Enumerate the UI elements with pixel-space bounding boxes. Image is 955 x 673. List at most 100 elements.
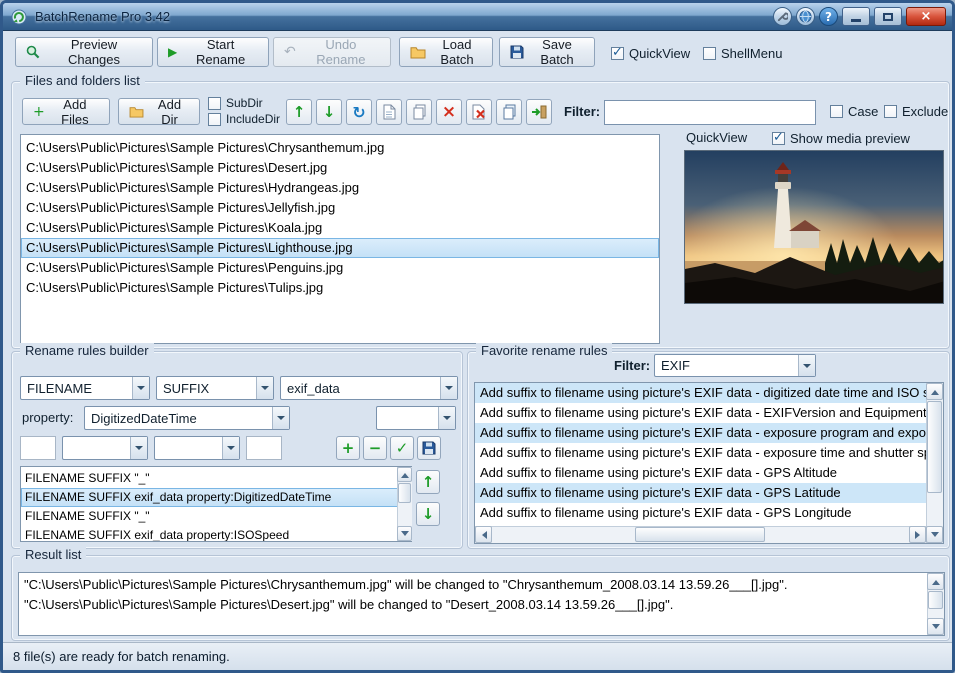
result-line[interactable]: "C:\Users\Public\Pictures\Sample Picture… [19,595,927,615]
favorites-filter-label: Filter: [614,358,650,373]
param-combo-1[interactable] [62,436,148,460]
minus-icon: − [369,439,382,457]
report-button[interactable] [376,99,402,125]
property-combo[interactable]: DigitizedDateTime [84,406,290,430]
show-media-preview-box [772,132,785,145]
scroll-left-button[interactable] [475,526,492,543]
shellmenu-checkbox[interactable]: ShellMenu [703,46,782,61]
add-dir-button[interactable]: Add Dir [118,98,200,125]
rule-list-item[interactable]: FILENAME SUFFIX exif_data property:ISOSp… [21,526,411,542]
scroll-thumb[interactable] [928,591,943,609]
includedir-checkbox[interactable]: IncludeDir [208,112,280,126]
quickview-checkbox-box [611,47,624,60]
maximize-button[interactable] [874,7,902,26]
status-text: 8 file(s) are ready for batch renaming. [13,649,230,664]
result-vscrollbar[interactable] [927,573,944,635]
web-button[interactable] [796,7,815,26]
file-list-item[interactable]: C:\Users\Public\Pictures\Sample Pictures… [21,278,659,298]
undo-rename-button[interactable]: ↶ Undo Rename [273,37,391,67]
scroll-right-button[interactable] [909,526,926,543]
show-media-preview-checkbox[interactable]: Show media preview [772,131,910,146]
remove-all-button[interactable] [466,99,492,125]
copy-paths-button[interactable] [496,99,522,125]
title-bar[interactable]: BatchRename Pro 3.42 ? × [3,3,952,31]
param-combo-2[interactable] [154,436,240,460]
save-rule-button[interactable] [417,436,441,460]
file-list-item[interactable]: C:\Users\Public\Pictures\Sample Pictures… [21,158,659,178]
rule-source-combo[interactable]: exif_data [280,376,458,400]
favorites-vscrollbar[interactable] [926,383,943,543]
delete-icon: × [442,102,456,122]
load-batch-button[interactable]: Load Batch [399,37,493,67]
scroll-up-button[interactable] [927,573,944,590]
favorite-rule-item[interactable]: Add suffix to filename using picture's E… [475,423,926,443]
scroll-up-button[interactable] [397,467,412,482]
favorite-rule-item[interactable]: Add suffix to filename using picture's E… [475,483,926,503]
move-down-button[interactable]: ↓ [316,99,342,125]
subdir-checkbox[interactable]: SubDir [208,96,263,110]
favorites-list[interactable]: Add suffix to filename using picture's E… [474,382,944,544]
scroll-thumb[interactable] [927,401,942,493]
param-field-2[interactable] [246,436,282,460]
result-line[interactable]: "C:\Users\Public\Pictures\Sample Picture… [19,575,927,595]
close-button[interactable]: × [906,7,946,26]
favorite-rule-item[interactable]: Add suffix to filename using picture's E… [475,403,926,423]
file-list-item[interactable]: C:\Users\Public\Pictures\Sample Pictures… [21,258,659,278]
scroll-down-button[interactable] [927,618,944,635]
preview-changes-button[interactable]: Preview Changes [15,37,153,67]
copy-list-button[interactable] [406,99,432,125]
rules-list[interactable]: FILENAME SUFFIX "_"FILENAME SUFFIX exif_… [20,466,412,542]
result-group: Result list "C:\Users\Public\Pictures\Sa… [11,555,950,641]
includedir-checkbox-label: IncludeDir [226,112,280,126]
move-up-button[interactable]: ↑ [286,99,312,125]
remove-rule-button[interactable]: − [363,436,387,460]
case-checkbox[interactable]: Case [830,104,878,119]
triangle-up-icon [401,469,409,478]
param-field-1[interactable] [20,436,56,460]
favorites-group: Favorite rename rules Filter: EXIF Add s… [467,351,950,549]
scroll-thumb[interactable] [398,483,411,503]
rule-list-item[interactable]: FILENAME SUFFIX "_" [21,469,411,488]
file-list[interactable]: C:\Users\Public\Pictures\Sample Pictures… [20,134,660,344]
rule-move-up-button[interactable]: ↑ [416,470,440,494]
favorite-rule-item[interactable]: Add suffix to filename using picture's E… [475,443,926,463]
file-list-item[interactable]: C:\Users\Public\Pictures\Sample Pictures… [21,138,659,158]
favorites-hscrollbar[interactable] [475,526,926,543]
file-list-item[interactable]: C:\Users\Public\Pictures\Sample Pictures… [21,198,659,218]
save-batch-button[interactable]: Save Batch [499,37,595,67]
rule-action-combo[interactable]: SUFFIX [156,376,274,400]
add-rule-button[interactable]: + [336,436,360,460]
rule-list-item[interactable]: FILENAME SUFFIX "_" [21,507,411,526]
scroll-thumb[interactable] [635,527,765,542]
file-list-item[interactable]: C:\Users\Public\Pictures\Sample Pictures… [21,238,659,258]
refresh-button[interactable]: ↻ [346,99,372,125]
favorite-rule-item[interactable]: Add suffix to filename using picture's E… [475,383,926,403]
property-extra-combo[interactable] [376,406,456,430]
exclude-checkbox[interactable]: Exclude [884,104,948,119]
favorites-rows: Add suffix to filename using picture's E… [475,383,926,526]
scroll-up-button[interactable] [926,383,943,400]
file-list-item[interactable]: C:\Users\Public\Pictures\Sample Pictures… [21,218,659,238]
result-list[interactable]: "C:\Users\Public\Pictures\Sample Picture… [18,572,945,636]
disk-icon [510,45,524,59]
help-button[interactable]: ? [819,7,838,26]
scroll-down-button[interactable] [397,526,412,541]
export-list-button[interactable] [526,99,552,125]
rule-move-down-button[interactable]: ↓ [416,502,440,526]
apply-rule-button[interactable]: ✓ [390,436,414,460]
tools-button[interactable] [773,7,792,26]
add-files-button[interactable]: + Add Files [22,98,110,125]
filter-input[interactable] [604,100,816,125]
start-rename-button[interactable]: ▶ Start Rename [157,37,269,67]
favorite-rule-item[interactable]: Add suffix to filename using picture's E… [475,463,926,483]
remove-file-button[interactable]: × [436,99,462,125]
file-list-item[interactable]: C:\Users\Public\Pictures\Sample Pictures… [21,178,659,198]
rule-target-combo[interactable]: FILENAME [20,376,150,400]
quickview-checkbox[interactable]: QuickView [611,46,690,61]
rule-list-item[interactable]: FILENAME SUFFIX exif_data property:Digit… [21,488,411,507]
favorites-filter-combo[interactable]: EXIF [654,354,816,377]
scroll-down-button[interactable] [926,526,943,543]
minimize-button[interactable] [842,7,870,26]
favorite-rule-item[interactable]: Add suffix to filename using picture's E… [475,503,926,523]
rules-list-vscrollbar[interactable] [397,467,412,541]
